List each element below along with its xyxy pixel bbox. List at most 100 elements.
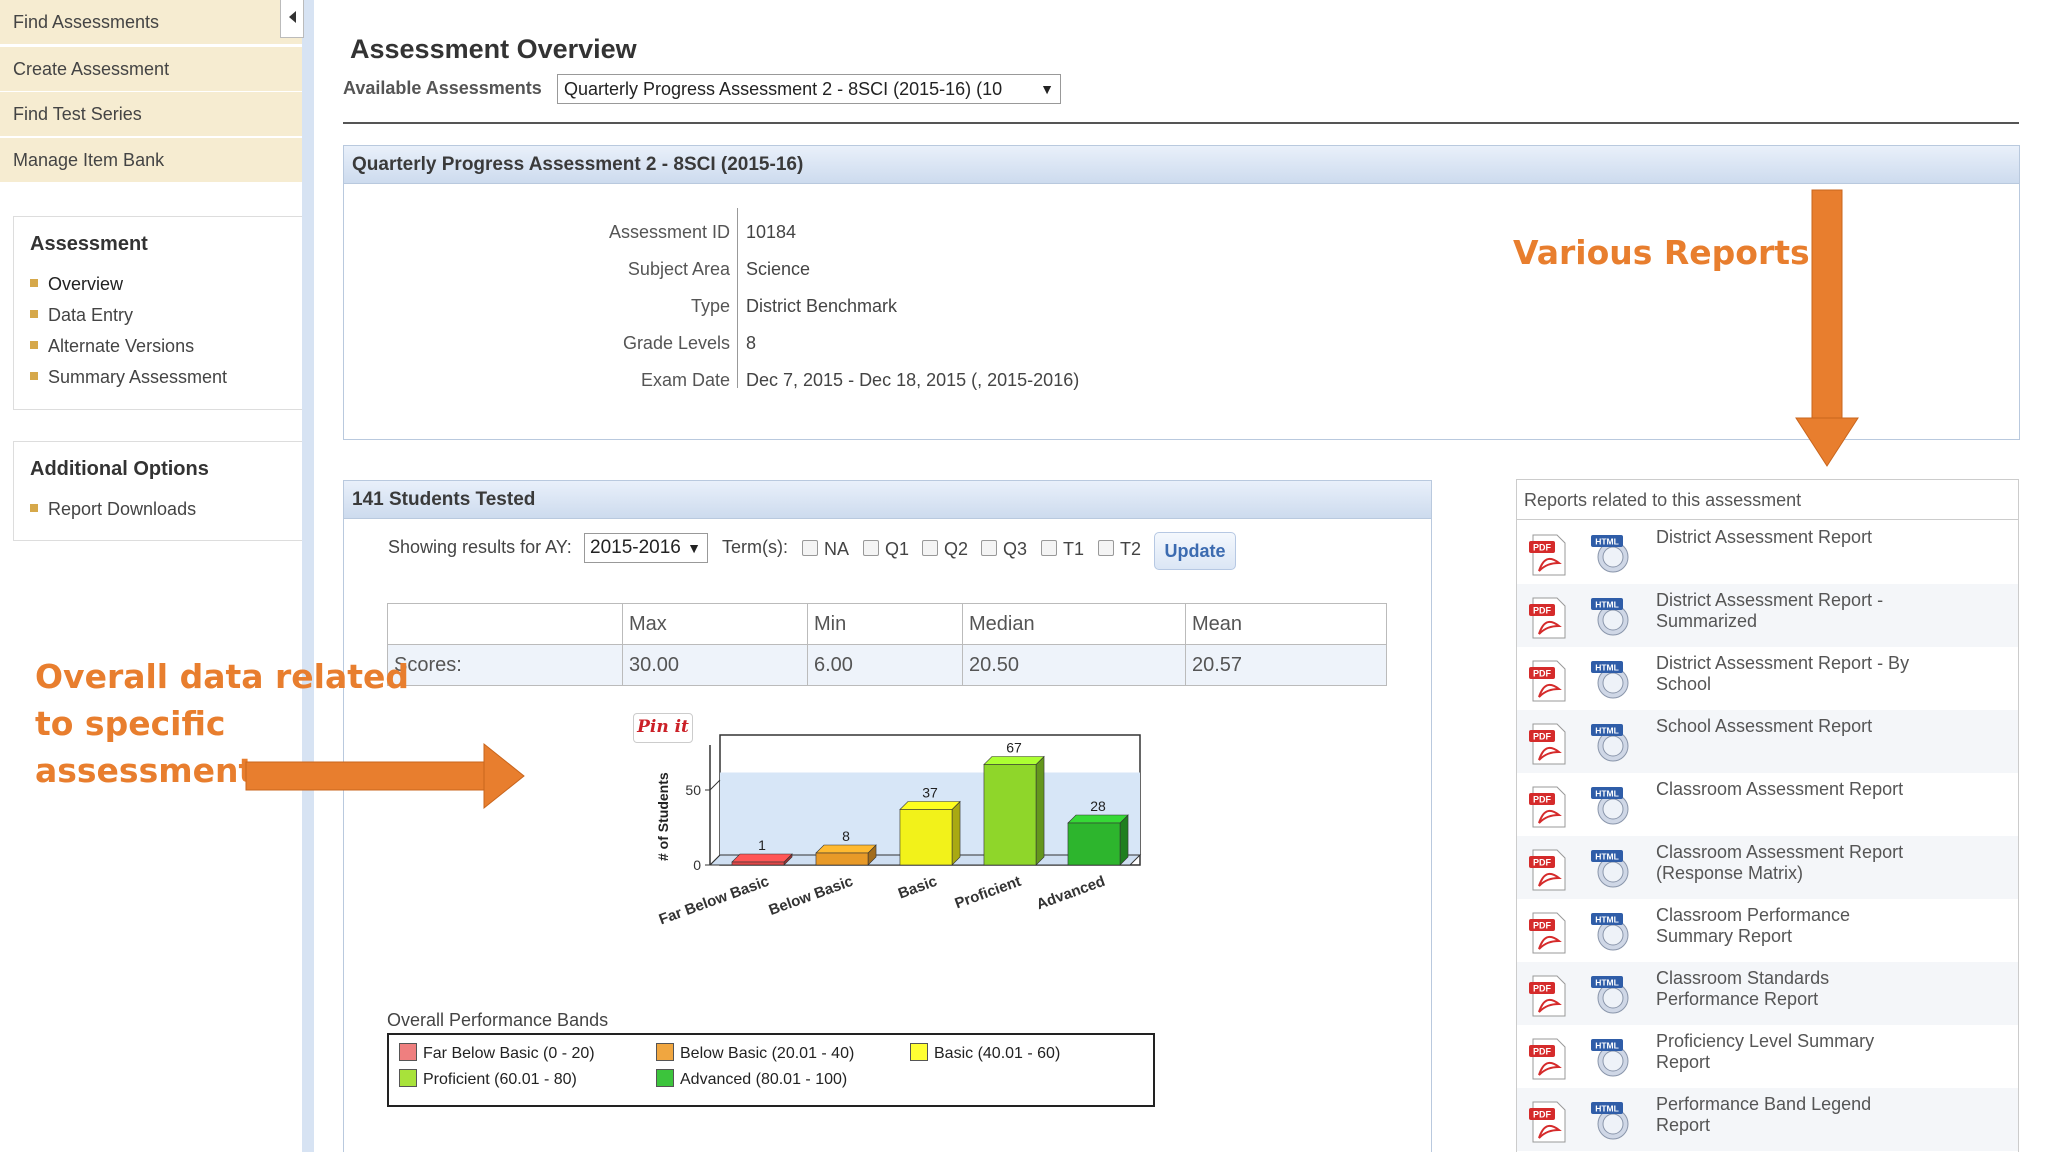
bar-side bbox=[1119, 814, 1129, 866]
y-tick-label: 0 bbox=[693, 857, 701, 873]
term-checkbox-t2[interactable]: T2 bbox=[1098, 539, 1141, 560]
assessment-id-label: Assessment ID bbox=[608, 222, 730, 242]
y-tick-diag bbox=[709, 779, 721, 791]
html-icon[interactable]: HTML bbox=[1589, 594, 1633, 638]
pdf-icon[interactable]: PDF bbox=[1529, 722, 1569, 766]
details-divider bbox=[737, 208, 738, 388]
report-link[interactable]: District Assessment Report - By School bbox=[1656, 653, 1918, 695]
col-header-min: Min bbox=[807, 603, 963, 645]
pdf-icon[interactable]: PDF bbox=[1529, 911, 1569, 955]
y-tick-label: 50 bbox=[685, 782, 701, 798]
term-checkbox-q3[interactable]: Q3 bbox=[981, 539, 1027, 560]
report-link[interactable]: Classroom Assessment Report (Response Ma… bbox=[1656, 842, 1918, 884]
svg-text:HTML: HTML bbox=[1595, 726, 1619, 736]
html-icon[interactable]: HTML bbox=[1589, 783, 1633, 827]
report-link[interactable]: Classroom Performance Summary Report bbox=[1656, 905, 1918, 947]
assessment-details-panel: Quarterly Progress Assessment 2 - 8SCI (… bbox=[343, 145, 2020, 440]
subject-area-value: Science bbox=[746, 259, 811, 279]
report-link[interactable]: Proficiency Level Summary Report bbox=[1656, 1031, 1918, 1073]
scores-label: Scores: bbox=[387, 644, 623, 686]
update-button[interactable]: Update bbox=[1154, 532, 1236, 570]
svg-text:HTML: HTML bbox=[1595, 537, 1619, 547]
collapse-sidebar-button[interactable] bbox=[280, 0, 304, 38]
checkbox-icon bbox=[981, 540, 997, 557]
svg-text:HTML: HTML bbox=[1595, 1041, 1619, 1051]
annotation-line: to specific bbox=[35, 704, 226, 743]
legend-swatch bbox=[656, 1043, 674, 1061]
term-checkbox-q1[interactable]: Q1 bbox=[863, 539, 909, 560]
pdf-icon[interactable]: PDF bbox=[1529, 596, 1569, 640]
term-checkbox-q2[interactable]: Q2 bbox=[922, 539, 968, 560]
svg-text:HTML: HTML bbox=[1595, 978, 1619, 988]
list-item: PDF HTML School Assessment Report bbox=[1517, 710, 2018, 773]
report-link[interactable]: Classroom Standards Performance Report bbox=[1656, 968, 1918, 1010]
menu-item-overview[interactable]: Overview bbox=[30, 271, 123, 297]
list-item: PDF HTML Classroom Assessment Report bbox=[1517, 773, 2018, 836]
menu-item-summary-assessment[interactable]: Summary Assessment bbox=[30, 364, 227, 390]
pdf-icon[interactable]: PDF bbox=[1529, 974, 1569, 1018]
list-item: PDF HTML Performance Band Legend Report bbox=[1517, 1088, 2018, 1151]
html-icon[interactable]: HTML bbox=[1589, 720, 1633, 764]
checkbox-icon bbox=[863, 540, 879, 557]
score-min: 6.00 bbox=[807, 644, 963, 686]
page-title: Assessment Overview bbox=[350, 34, 637, 64]
term-label: Q2 bbox=[944, 539, 969, 559]
svg-text:HTML: HTML bbox=[1595, 789, 1619, 799]
pdf-icon[interactable]: PDF bbox=[1529, 1037, 1569, 1081]
assessment-id-value: 10184 bbox=[746, 222, 797, 242]
pdf-icon[interactable]: PDF bbox=[1529, 785, 1569, 829]
report-link[interactable]: District Assessment Report bbox=[1656, 527, 1918, 548]
sidebar-border bbox=[302, 0, 314, 1152]
html-icon[interactable]: HTML bbox=[1589, 531, 1633, 575]
performance-bands-legend: Far Below Basic (0 - 20) Below Basic (20… bbox=[387, 1033, 1155, 1107]
nav-find-test-series[interactable]: Find Test Series bbox=[0, 92, 302, 136]
menu-item-data-entry[interactable]: Data Entry bbox=[30, 302, 133, 328]
html-icon[interactable]: HTML bbox=[1589, 1098, 1633, 1142]
bar-top bbox=[815, 844, 877, 854]
category-label: Advanced bbox=[1034, 873, 1107, 913]
menu-item-report-downloads[interactable]: Report Downloads bbox=[30, 496, 196, 522]
report-link[interactable]: District Assessment Report - Summarized bbox=[1656, 590, 1918, 632]
nav-find-assessments[interactable]: Find Assessments bbox=[0, 0, 302, 44]
term-label: Q1 bbox=[885, 539, 910, 559]
scores-header-row: Max Min Median Mean bbox=[387, 603, 1387, 645]
assessment-select[interactable]: Quarterly Progress Assessment 2 - 8SCI (… bbox=[557, 74, 1061, 104]
category-label: Far Below Basic bbox=[657, 873, 772, 929]
checkbox-icon bbox=[1041, 540, 1057, 557]
ay-label: Showing results for AY: bbox=[388, 537, 572, 557]
html-icon[interactable]: HTML bbox=[1589, 909, 1633, 953]
html-icon[interactable]: HTML bbox=[1589, 1035, 1633, 1079]
pdf-icon[interactable]: PDF bbox=[1529, 1100, 1569, 1144]
ay-select[interactable]: 2015-2016 ▼ bbox=[584, 533, 708, 563]
svg-text:HTML: HTML bbox=[1595, 600, 1619, 610]
subject-area-label: Subject Area bbox=[627, 259, 730, 279]
html-icon[interactable]: HTML bbox=[1589, 657, 1633, 701]
report-link[interactable]: Performance Band Legend Report bbox=[1656, 1094, 1918, 1136]
legend-swatch bbox=[910, 1043, 928, 1061]
type-value: District Benchmark bbox=[746, 296, 898, 316]
term-label: NA bbox=[824, 539, 850, 559]
category-label: Proficient bbox=[953, 873, 1024, 913]
bar-side bbox=[951, 800, 961, 866]
term-checkbox-t1[interactable]: T1 bbox=[1041, 539, 1084, 560]
report-link[interactable]: School Assessment Report bbox=[1656, 716, 1918, 737]
additional-options-menu: Additional Options Report Downloads bbox=[13, 441, 303, 541]
menu-item-alternate-versions[interactable]: Alternate Versions bbox=[30, 333, 194, 359]
nav-create-assessment[interactable]: Create Assessment bbox=[0, 47, 302, 91]
bullet-icon bbox=[30, 279, 38, 288]
pdf-icon[interactable]: PDF bbox=[1529, 848, 1569, 892]
pin-it-button[interactable]: Pin it bbox=[633, 713, 693, 743]
checkbox-icon bbox=[1098, 540, 1114, 557]
nav-manage-item-bank[interactable]: Manage Item Bank bbox=[0, 138, 302, 182]
list-item: PDF HTML Classroom Performance Summary Rep… bbox=[1517, 899, 2018, 962]
legend-item: Far Below Basic (0 - 20) bbox=[399, 1043, 595, 1063]
scores-header-blank bbox=[387, 603, 623, 645]
html-icon[interactable]: HTML bbox=[1589, 846, 1633, 890]
additional-options-title: Additional Options bbox=[30, 458, 209, 480]
term-checkbox-na[interactable]: NA bbox=[802, 539, 849, 560]
list-item: PDF HTML Classroom Standards Performance R… bbox=[1517, 962, 2018, 1025]
report-link[interactable]: Classroom Assessment Report bbox=[1656, 779, 1918, 800]
pdf-icon[interactable]: PDF bbox=[1529, 533, 1569, 577]
pdf-icon[interactable]: PDF bbox=[1529, 659, 1569, 703]
html-icon[interactable]: HTML bbox=[1589, 972, 1633, 1016]
